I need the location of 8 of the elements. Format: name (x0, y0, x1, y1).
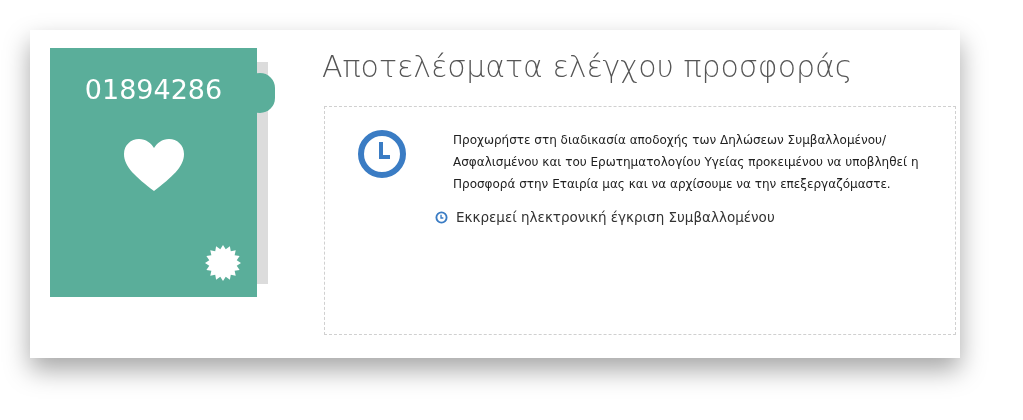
instructions-text: Προχωρήστε στη διαδικασία αποδοχής των Δηλώσεων Συμβαλλομένου/Ασφαλισμένου και του Ερωτηματολογίου Υγείας προκειμένου να υποβληθεί η Προσφορά στην Εταιρία μας και να αρχίσουμε να την επεξεργαζόμαστε. (453, 132, 920, 193)
clock-icon (357, 129, 407, 179)
clock-icon (435, 210, 448, 224)
heart-icon (121, 137, 186, 193)
badge-icon (205, 245, 241, 281)
policy-number: 01894286 (84, 76, 223, 103)
status-text: Εκκρεμεί ηλεκτρονική έγκριση Συμβαλλομένου (456, 208, 775, 227)
page-title: Αποτελέσματα ελέγχου προσφοράς (322, 52, 854, 82)
